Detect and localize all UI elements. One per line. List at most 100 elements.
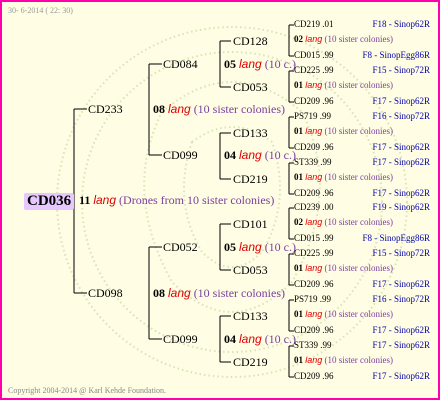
- great-grandparent-info-count: 02: [294, 34, 303, 44]
- great-grandparent-info-note: (10 sister colonies): [324, 172, 393, 182]
- ancestor-line-code: F17 - Sinop62R: [372, 157, 430, 167]
- great-grandparent-info-count: 01: [294, 309, 303, 319]
- great-grandparent-info-note: (10 sister colonies): [324, 355, 393, 365]
- ancestor-top: CD225 .99: [294, 66, 334, 75]
- ancestor-id: CD015: [294, 50, 321, 60]
- ancestor-bottom-line: F17 - Sinop62R: [372, 97, 430, 106]
- son-info: 08 lang (10 sister colonies): [153, 103, 285, 115]
- ancestor-line-code: F17 - Sinop62R: [372, 188, 430, 198]
- great-grandparent-queen: CD219: [233, 173, 268, 185]
- grandson-queen: CD099: [163, 149, 198, 161]
- great-grandparent-queen: CD128: [233, 35, 268, 47]
- root-info-note: (Drones from 10 sister colonies): [119, 193, 275, 207]
- report-timestamp: 30- 6-2014 ( 22: 30): [8, 6, 73, 15]
- grandson-info-note: (10 c.): [264, 332, 297, 346]
- ancestor-line-code: F17 - Sinop62R: [372, 340, 430, 350]
- ancestor-top-line: F15 - Sinop72R: [372, 249, 430, 258]
- grandson-info-count: 05: [224, 57, 236, 71]
- grandson-info-lang: lang: [239, 332, 262, 346]
- ancestor-line-code: F15 - Sinop72R: [372, 248, 430, 258]
- root-info-lang: lang: [93, 193, 117, 207]
- great-grandparent-info: 01 lang (10 sister colonies): [294, 356, 393, 365]
- great-grandparent-info: 02 lang (10 sister colonies): [294, 218, 393, 227]
- son-info-note: (10 sister colonies): [193, 286, 285, 300]
- ancestor-year: .99: [320, 340, 332, 350]
- grandson-queen-id: CD099: [163, 332, 198, 346]
- great-grandparent-info-count: 01: [294, 80, 303, 90]
- ancestor-id: PS719: [294, 111, 318, 121]
- ancestor-top: PS719 .99: [294, 112, 331, 121]
- ancestor-bottom: CD209 .96: [294, 280, 334, 289]
- ancestor-line-code: F16 - Sinop72R: [372, 294, 430, 304]
- ancestor-year: .96: [322, 142, 334, 152]
- ancestor-year: .00: [322, 202, 334, 212]
- ancestor-id: PS719: [294, 294, 318, 304]
- ancestor-year: .99: [322, 233, 334, 243]
- great-grandparent-queen: CD219: [233, 356, 268, 368]
- great-grandparent-info-count: 01: [294, 172, 303, 182]
- ancestor-line-code: F17 - Sinop62R: [372, 279, 430, 289]
- ancestor-id: CD219: [294, 19, 321, 29]
- ancestor-year: .99: [322, 65, 334, 75]
- son-info-count: 08: [153, 286, 165, 300]
- son-info-lang: lang: [168, 286, 191, 300]
- grandson-info: 04 lang (10 c.): [224, 333, 296, 345]
- ancestor-year: .96: [322, 96, 334, 106]
- ancestor-year: .99: [320, 157, 332, 167]
- great-grandparent-info-note: (10 sister colonies): [324, 80, 393, 90]
- great-grandparent-info-count: 01: [294, 263, 303, 273]
- ancestor-year: .01: [322, 19, 334, 29]
- great-grandparent-info-count: 01: [294, 355, 303, 365]
- son-queen: CD098: [88, 287, 123, 299]
- great-grandparent-queen: CD053: [233, 81, 268, 93]
- great-grandparent-info-lang: lang: [305, 263, 323, 273]
- great-grandparent-queen: CD133: [233, 310, 268, 322]
- great-grandparent-queen: CD133: [233, 127, 268, 139]
- ancestor-line-code: F15 - Sinop72R: [372, 65, 430, 75]
- great-grandparent-info-note: (10 sister colonies): [324, 309, 393, 319]
- grandson-info-lang: lang: [239, 240, 262, 254]
- ancestor-bottom-line: F17 - Sinop62R: [372, 372, 430, 381]
- ancestor-bottom: CD209 .96: [294, 189, 334, 198]
- grandson-info-note: (10 c.): [264, 240, 297, 254]
- ancestor-line-code: F8 - SinopEgg86R: [362, 233, 430, 243]
- ancestor-line-code: F17 - Sinop62R: [372, 96, 430, 106]
- great-grandparent-queen-id: CD219: [233, 172, 268, 186]
- grandson-info-lang: lang: [239, 148, 262, 162]
- grandson-queen: CD084: [163, 58, 198, 70]
- grandson-info-count: 04: [224, 332, 236, 346]
- great-grandparent-queen-id: CD053: [233, 263, 268, 277]
- son-queen: CD233: [88, 103, 123, 115]
- ancestor-line-code: F17 - Sinop62R: [372, 142, 430, 152]
- great-grandparent-info-note: (10 sister colonies): [324, 217, 393, 227]
- grandson-queen-id: CD052: [163, 240, 198, 254]
- great-grandparent-info: 01 lang (10 sister colonies): [294, 173, 393, 182]
- grandson-info: 05 lang (10 c.): [224, 58, 296, 70]
- copyright-notice: Copyright 2004-2014 @ Karl Kehde Foundat…: [8, 386, 167, 395]
- ancestor-bottom-line: F17 - Sinop62R: [372, 189, 430, 198]
- ancestor-bottom-line: F17 - Sinop62R: [372, 326, 430, 335]
- great-grandparent-queen-id: CD133: [233, 309, 268, 323]
- ancestor-year: .96: [322, 371, 334, 381]
- ancestor-line-code: F17 - Sinop62R: [372, 371, 430, 381]
- great-grandparent-info: 01 lang (10 sister colonies): [294, 310, 393, 319]
- ancestor-bottom-line: F17 - Sinop62R: [372, 280, 430, 289]
- ancestor-top: ST339 .99: [294, 341, 332, 350]
- ancestor-top-line: F18 - Sinop62R: [372, 20, 430, 29]
- great-grandparent-info-count: 02: [294, 217, 303, 227]
- ancestor-line-code: F18 - Sinop62R: [372, 19, 430, 29]
- ancestor-line-code: F16 - Sinop72R: [372, 111, 430, 121]
- ancestor-bottom-line: F8 - SinopEgg86R: [362, 51, 430, 60]
- ancestor-id: CD209: [294, 96, 321, 106]
- ancestor-year: .99: [319, 111, 332, 121]
- ancestor-year: .99: [319, 294, 332, 304]
- great-grandparent-info-lang: lang: [305, 309, 323, 319]
- ancestor-year: .99: [322, 50, 334, 60]
- ancestor-bottom: CD209 .96: [294, 372, 334, 381]
- ancestor-top: CD219 .01: [294, 20, 334, 29]
- great-grandparent-queen: CD101: [233, 218, 268, 230]
- ancestor-year: .96: [322, 188, 334, 198]
- grandson-info-count: 05: [224, 240, 236, 254]
- ancestor-id: CD209: [294, 325, 321, 335]
- great-grandparent-info: 02 lang (10 sister colonies): [294, 35, 393, 44]
